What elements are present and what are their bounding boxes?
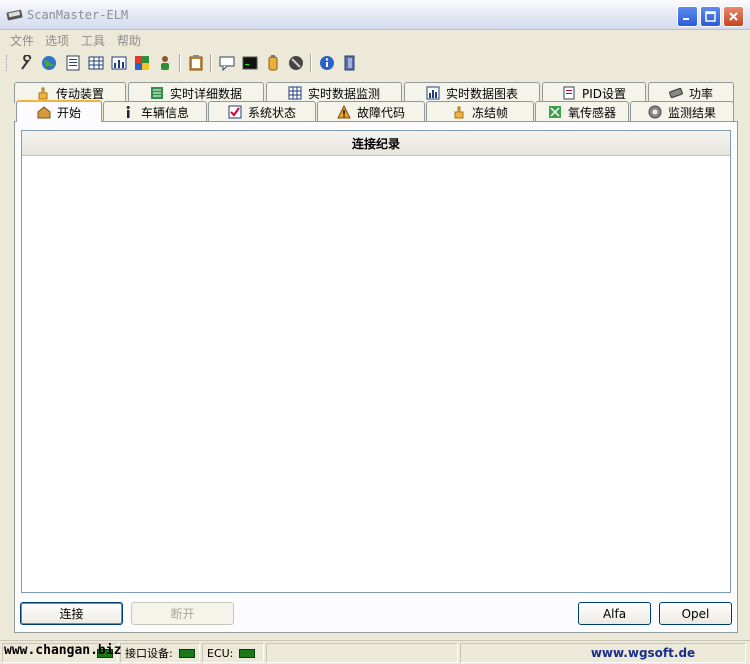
globe-icon[interactable] — [39, 53, 59, 73]
hand-icon — [454, 106, 464, 119]
hand-icon — [38, 87, 48, 100]
grid-icon — [288, 86, 302, 100]
toolbar-separator — [310, 54, 312, 72]
tab-pid-settings[interactable]: PID设置 — [542, 82, 646, 103]
tab-realtime-monitor[interactable]: 实时数据监测 — [266, 82, 402, 103]
toolbar-grip[interactable] — [6, 55, 9, 71]
tab-realtime-chart[interactable]: 实时数据图表 — [404, 82, 540, 103]
sensor-icon — [548, 106, 561, 118]
clipboard-icon[interactable] — [186, 53, 206, 73]
minimize-button[interactable] — [677, 6, 698, 27]
ecu-led — [239, 648, 256, 658]
tab-start[interactable]: 开始 — [16, 100, 102, 122]
interface-status: 接口设备: — [120, 643, 200, 663]
menu-help[interactable]: 帮助 — [117, 32, 141, 49]
window-title: ScanMaster-ELM — [27, 8, 129, 22]
chart-icon — [426, 86, 440, 100]
wrench-icon[interactable] — [16, 53, 36, 73]
website-segment: www.wgsoft.de — [460, 643, 746, 663]
toolbar-separator — [210, 54, 212, 72]
check-icon — [228, 105, 242, 119]
ecu-status: ECU: — [202, 643, 264, 663]
tab-monitor-results[interactable]: 监测结果 — [630, 101, 734, 122]
status-segment-empty — [266, 643, 458, 663]
doc-icon — [563, 86, 575, 100]
website-link[interactable]: www.wgsoft.de — [591, 646, 695, 660]
menu-tools[interactable]: 工具 — [81, 32, 105, 49]
tab-realtime-detail[interactable]: 实时详细数据 — [128, 82, 264, 103]
log-header: 连接纪录 — [22, 131, 730, 156]
comment-icon[interactable] — [217, 53, 237, 73]
interface-label: 接口设备: — [125, 647, 173, 660]
puzzle-icon[interactable] — [132, 53, 152, 73]
tab-power[interactable]: 功率 — [648, 82, 734, 103]
stop-icon[interactable] — [286, 53, 306, 73]
connect-button[interactable]: 连接 — [20, 602, 123, 625]
home-icon — [37, 106, 51, 119]
person-icon[interactable] — [155, 53, 175, 73]
tab-system-status[interactable]: 系统状态 — [208, 101, 316, 122]
battery-icon[interactable] — [263, 53, 283, 73]
watermark-text: www.changan.biz — [4, 643, 122, 658]
terminal-icon[interactable] — [240, 53, 260, 73]
opel-button[interactable]: Opel — [659, 602, 732, 625]
tab-o2-sensor[interactable]: 氧传感器 — [535, 101, 629, 122]
list-icon — [150, 87, 163, 99]
engine-icon — [669, 87, 683, 99]
alfa-button[interactable]: Alfa — [578, 602, 651, 625]
gear-icon — [648, 105, 662, 119]
chart-icon[interactable] — [109, 53, 129, 73]
app-icon — [6, 9, 23, 21]
menu-file[interactable]: 文件 — [10, 32, 34, 49]
menu-options[interactable]: 选项 — [45, 32, 69, 49]
connection-log[interactable]: 连接纪录 — [21, 130, 731, 593]
close-button[interactable] — [723, 6, 744, 27]
warning-icon — [337, 105, 351, 119]
tab-freeze-frame[interactable]: 冻结帧 — [426, 101, 534, 122]
grid-icon[interactable] — [86, 53, 106, 73]
menu-bar: 文件 选项 工具 帮助 — [0, 30, 750, 50]
ecu-label: ECU: — [207, 646, 234, 660]
info-icon[interactable] — [317, 53, 337, 73]
toolbar-separator — [179, 54, 181, 72]
toolbar — [0, 50, 750, 76]
info-icon — [126, 106, 130, 118]
maximize-button[interactable] — [700, 6, 721, 27]
title-bar: ScanMaster-ELM — [0, 0, 750, 30]
tab-vehicle-info[interactable]: 车辆信息 — [103, 101, 207, 122]
interface-led — [178, 648, 195, 658]
exit-icon[interactable] — [340, 53, 360, 73]
disconnect-button[interactable]: 断开 — [131, 602, 234, 625]
document-icon[interactable] — [63, 53, 83, 73]
tab-fault-codes[interactable]: 故障代码 — [317, 101, 425, 122]
